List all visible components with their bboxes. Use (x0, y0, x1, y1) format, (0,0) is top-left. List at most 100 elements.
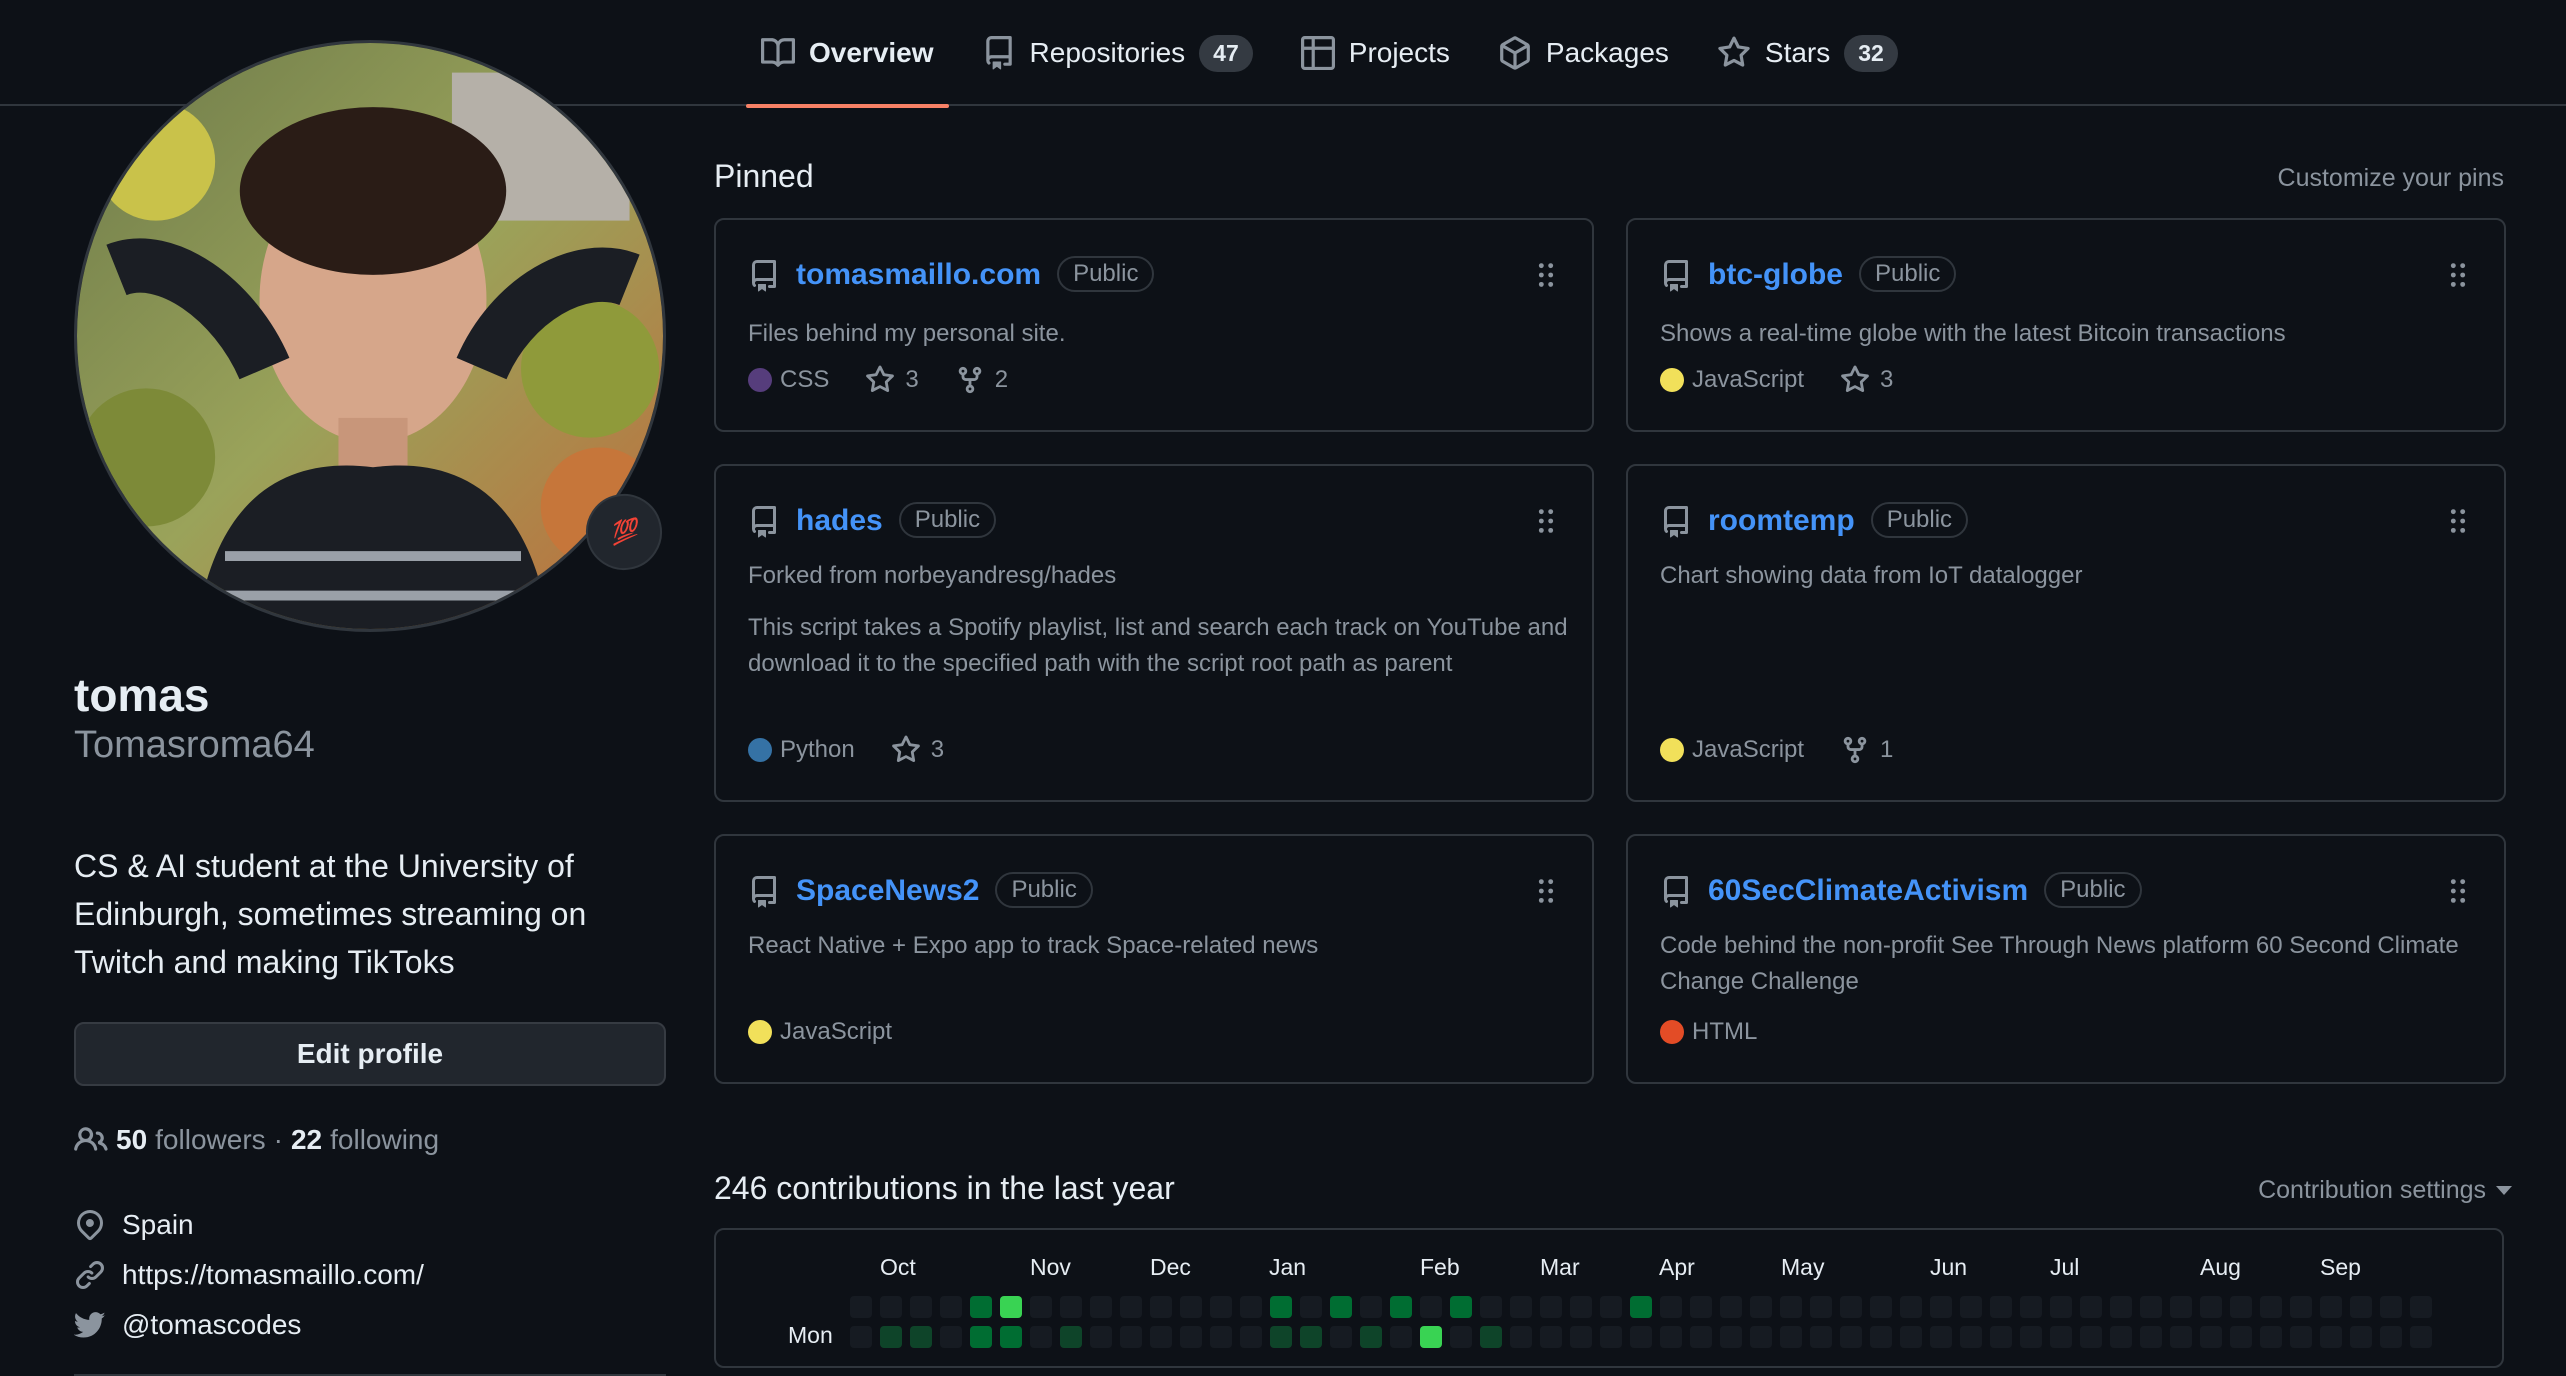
contribution-day-cell[interactable] (1300, 1326, 1322, 1348)
contribution-day-cell[interactable] (2140, 1326, 2162, 1348)
repo-name-link[interactable]: tomasmaillo.com Public (796, 256, 1155, 292)
contribution-day-cell[interactable] (1270, 1296, 1292, 1318)
contribution-day-cell[interactable] (2050, 1296, 2072, 1318)
contribution-day-cell[interactable] (2290, 1326, 2312, 1348)
contribution-day-cell[interactable] (910, 1326, 932, 1348)
repo-name-link[interactable]: hades Public (796, 502, 997, 538)
forks-link[interactable]: 2 (955, 365, 1008, 395)
contribution-day-cell[interactable] (1180, 1296, 1202, 1318)
contribution-day-cell[interactable] (1360, 1326, 1382, 1348)
contribution-day-cell[interactable] (1930, 1326, 1952, 1348)
contribution-day-cell[interactable] (1030, 1326, 1052, 1348)
contribution-day-cell[interactable] (1450, 1296, 1472, 1318)
contribution-day-cell[interactable] (1750, 1296, 1772, 1318)
contribution-day-cell[interactable] (1840, 1296, 1862, 1318)
repo-name[interactable]: 60SecClimateActivism (1708, 874, 2028, 907)
contribution-day-cell[interactable] (2110, 1296, 2132, 1318)
contribution-day-cell[interactable] (1840, 1326, 1862, 1348)
contribution-day-cell[interactable] (1990, 1296, 2012, 1318)
contribution-day-cell[interactable] (1480, 1326, 1502, 1348)
contribution-day-cell[interactable] (850, 1296, 872, 1318)
contribution-day-cell[interactable] (2140, 1296, 2162, 1318)
contribution-day-cell[interactable] (1960, 1296, 1982, 1318)
repo-name[interactable]: SpaceNews2 (796, 874, 979, 907)
contribution-day-cell[interactable] (1420, 1326, 1442, 1348)
contribution-day-cell[interactable] (1210, 1326, 1232, 1348)
stars-link[interactable]: 3 (1840, 365, 1893, 395)
contribution-day-cell[interactable] (1240, 1326, 1262, 1348)
contribution-day-cell[interactable] (1630, 1326, 1652, 1348)
repo-name-link[interactable]: roomtemp Public (1708, 502, 1969, 538)
repo-name[interactable]: hades (796, 504, 883, 537)
repo-name-link[interactable]: btc-globe Public (1708, 256, 1957, 292)
contribution-day-cell[interactable] (1090, 1296, 1112, 1318)
contribution-day-cell[interactable] (1870, 1296, 1892, 1318)
stars-link[interactable]: 3 (891, 735, 944, 765)
website-link[interactable]: https://tomasmaillo.com/ (122, 1259, 424, 1291)
contribution-day-cell[interactable] (1450, 1326, 1472, 1348)
contribution-day-cell[interactable] (1060, 1296, 1082, 1318)
contribution-day-cell[interactable] (1210, 1296, 1232, 1318)
customize-pins-link[interactable]: Customize your pins (2278, 164, 2504, 193)
contribution-day-cell[interactable] (2260, 1296, 2282, 1318)
contribution-day-cell[interactable] (1000, 1296, 1022, 1318)
contribution-day-cell[interactable] (1150, 1326, 1172, 1348)
contribution-day-cell[interactable] (1570, 1296, 1592, 1318)
contribution-day-cell[interactable] (1720, 1326, 1742, 1348)
contribution-day-cell[interactable] (1120, 1326, 1142, 1348)
contribution-day-cell[interactable] (2020, 1296, 2042, 1318)
contribution-day-cell[interactable] (2170, 1326, 2192, 1348)
contribution-day-cell[interactable] (850, 1326, 872, 1348)
tab-overview[interactable]: Overview (746, 0, 949, 108)
contribution-day-cell[interactable] (2260, 1326, 2282, 1348)
contribution-day-cell[interactable] (2080, 1326, 2102, 1348)
contribution-day-cell[interactable] (2320, 1296, 2342, 1318)
contribution-day-cell[interactable] (2380, 1326, 2402, 1348)
twitter-item[interactable]: @tomascodes (74, 1300, 424, 1350)
stars-link[interactable]: 3 (865, 365, 919, 395)
contribution-settings-dropdown[interactable]: Contribution settings (2258, 1176, 2512, 1205)
forks-link[interactable]: 1 (1840, 735, 1893, 765)
contribution-day-cell[interactable] (1420, 1296, 1442, 1318)
contribution-day-cell[interactable] (1540, 1326, 1562, 1348)
repo-name[interactable]: btc-globe (1708, 258, 1843, 291)
contribution-day-cell[interactable] (1480, 1296, 1502, 1318)
contribution-day-cell[interactable] (970, 1326, 992, 1348)
contribution-day-cell[interactable] (1090, 1326, 1112, 1348)
contribution-day-cell[interactable] (1330, 1326, 1352, 1348)
contribution-day-cell[interactable] (2200, 1326, 2222, 1348)
contribution-day-cell[interactable] (2230, 1326, 2252, 1348)
contribution-day-cell[interactable] (1600, 1326, 1622, 1348)
tab-repositories[interactable]: Repositories 47 (967, 0, 1268, 106)
followers-link[interactable]: 50 followers (74, 1123, 266, 1157)
tab-packages[interactable]: Packages (1483, 0, 1684, 106)
contribution-day-cell[interactable] (2410, 1326, 2432, 1348)
contribution-day-cell[interactable] (910, 1296, 932, 1318)
tab-stars[interactable]: Stars 32 (1702, 0, 1913, 106)
contribution-day-cell[interactable] (1030, 1296, 1052, 1318)
contribution-day-cell[interactable] (2080, 1296, 2102, 1318)
repo-name-link[interactable]: SpaceNews2 Public (796, 872, 1093, 908)
contribution-day-cell[interactable] (1180, 1326, 1202, 1348)
contribution-day-cell[interactable] (2230, 1296, 2252, 1318)
contribution-day-cell[interactable] (1690, 1326, 1712, 1348)
contribution-day-cell[interactable] (2170, 1296, 2192, 1318)
contribution-day-cell[interactable] (1870, 1326, 1892, 1348)
contribution-day-cell[interactable] (2200, 1296, 2222, 1318)
contribution-day-cell[interactable] (1270, 1326, 1292, 1348)
contribution-day-cell[interactable] (1330, 1296, 1352, 1318)
contribution-day-cell[interactable] (1900, 1296, 1922, 1318)
contribution-day-cell[interactable] (1720, 1296, 1742, 1318)
contribution-day-cell[interactable] (1810, 1296, 1832, 1318)
contribution-day-cell[interactable] (1000, 1326, 1022, 1348)
drag-handle-icon[interactable] (2448, 876, 2468, 906)
contribution-day-cell[interactable] (940, 1296, 962, 1318)
contribution-day-cell[interactable] (2320, 1326, 2342, 1348)
contribution-day-cell[interactable] (1810, 1326, 1832, 1348)
contribution-day-cell[interactable] (2350, 1296, 2372, 1318)
contribution-day-cell[interactable] (2020, 1326, 2042, 1348)
contribution-day-cell[interactable] (1390, 1296, 1412, 1318)
drag-handle-icon[interactable] (2448, 506, 2468, 536)
drag-handle-icon[interactable] (1536, 260, 1556, 290)
drag-handle-icon[interactable] (1536, 506, 1556, 536)
